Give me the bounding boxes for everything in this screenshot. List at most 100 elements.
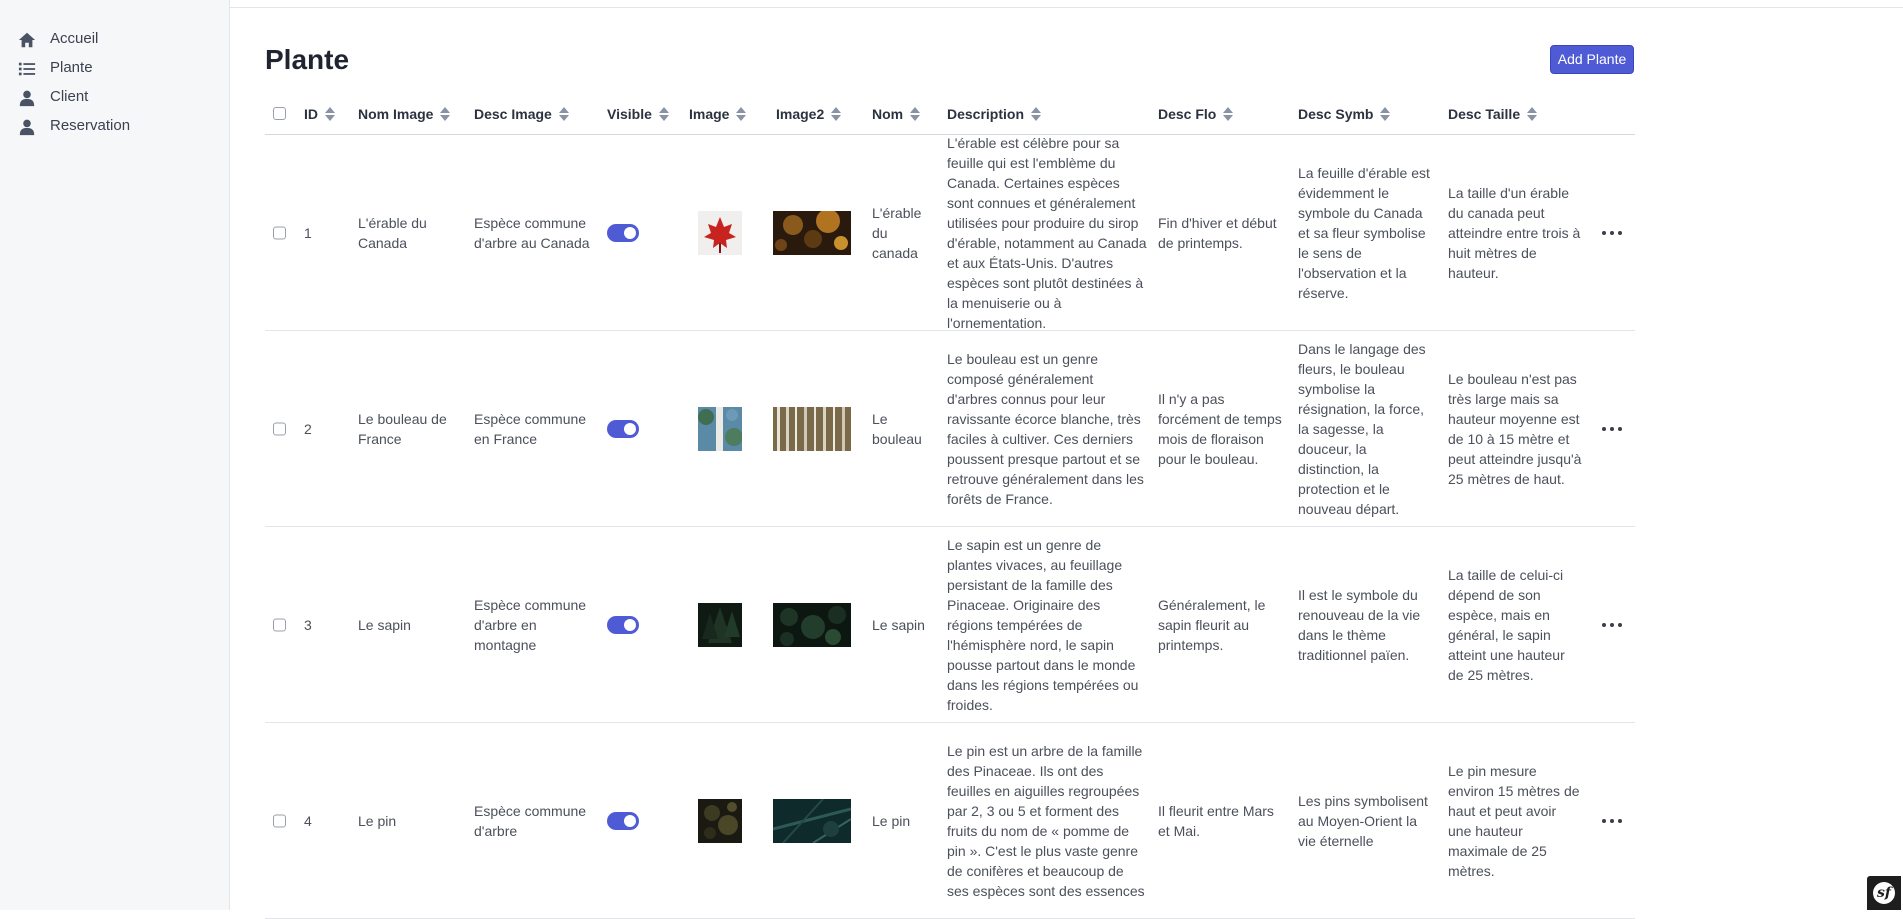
column-header-image[interactable]: Image [689,106,747,122]
toggle-knob [624,226,636,239]
column-header-desc-symb[interactable]: Desc Symb [1298,106,1391,122]
cell-nom-image: Le bouleau de France [358,410,447,447]
cell-nom: Le bouleau [872,410,922,447]
column-header-image2[interactable]: Image2 [776,106,842,122]
plant-image2-thumbnail [773,208,851,255]
row-checkbox[interactable] [273,618,286,631]
cell-desc-symb: Les pins symbolisent au Moyen-Orient la … [1298,792,1428,849]
page-title: Plante [265,44,350,75]
add-plante-button[interactable]: Add Plante [1550,45,1634,74]
cell-description: Le sapin est un genre de plantes vivaces… [947,536,1139,713]
column-header-desc-image[interactable]: Desc Image [474,106,569,122]
select-all-checkbox[interactable] [273,107,286,120]
column-header-desc-taille[interactable]: Desc Taille [1448,106,1538,122]
plant-image-thumbnail [698,406,743,451]
sort-icon [440,107,451,121]
plant-image-thumbnail [698,210,742,255]
home-icon [18,31,36,49]
column-header-label: Image2 [776,106,825,122]
sidebar: Accueil Plante Client Reservation [0,0,230,910]
sidebar-item-client[interactable]: Client [0,84,229,113]
cell-desc-flo: Fin d'hiver et début de printemps. [1158,214,1277,251]
cell-desc-taille: La taille d'un érable du canada peut att… [1448,184,1581,281]
user-icon [18,89,36,107]
column-header-visible[interactable]: Visible [607,106,669,122]
row-actions-icon[interactable] [1600,421,1624,437]
cell-desc-symb: La feuille d'érable est évidemment le sy… [1298,164,1430,301]
column-header-label: Description [947,106,1025,122]
table-row: 3 Le sapin Espèce commune d'arbre en mon… [265,527,1635,723]
row-actions-icon[interactable] [1600,617,1624,633]
sort-icon [1527,107,1538,121]
column-header-nom[interactable]: Nom [872,106,921,122]
cell-desc-taille: La taille de celui-ci dépend de son espè… [1448,566,1565,683]
table-row: 4 Le pin Espèce commune d'arbre Le pin L… [265,723,1635,919]
cell-description: L'érable est célèbre pour sa feuille qui… [947,134,1147,331]
cell-description: Le pin est un arbre de la famille des Pi… [947,742,1145,899]
sidebar-item-label: Reservation [50,117,131,134]
cell-nom-image: Le pin [358,812,397,829]
column-header-label: Desc Taille [1448,106,1521,122]
column-header-label: Nom [872,106,904,122]
cell-desc-flo: Il fleurit entre Mars et Mai. [1158,802,1274,839]
user-icon [18,118,36,136]
plante-table: ID Nom Image Desc Image Visible Image Im… [265,100,1635,919]
row-checkbox[interactable] [273,422,286,435]
column-header-id[interactable]: ID [304,106,335,122]
visible-toggle[interactable] [607,419,639,438]
sort-icon [736,107,747,121]
sidebar-item-label: Accueil [50,30,99,47]
plant-image-thumbnail [698,602,742,647]
visible-toggle[interactable] [607,223,639,242]
row-checkbox[interactable] [273,814,286,827]
row-actions-icon[interactable] [1600,813,1624,829]
cell-desc-image: Espèce commune d'arbre [474,802,587,839]
column-header-desc-flo[interactable]: Desc Flo [1158,106,1234,122]
plant-image2-thumbnail [772,797,852,844]
header-divider [230,7,1903,8]
sidebar-item-reservation[interactable]: Reservation [0,113,229,142]
symfony-logo-icon: sf [1873,882,1895,904]
sort-icon [1223,107,1234,121]
sidebar-item-label: Client [50,88,89,105]
cell-id: 4 [304,812,312,829]
sort-icon [558,107,569,121]
sidebar-item-plante[interactable]: Plante [0,55,229,84]
cell-nom-image: L'érable du Canada [358,214,427,251]
column-header-label: Image [689,106,730,122]
sidebar-nav: Accueil Plante Client Reservation [0,26,229,142]
column-header-description[interactable]: Description [947,106,1042,122]
plant-image2-thumbnail [773,406,851,451]
visible-toggle[interactable] [607,811,639,830]
cell-description: Le bouleau est un genre composé générale… [947,350,1144,507]
cell-desc-image: Espèce commune d'arbre en montagne [474,596,587,653]
cell-desc-image: Espèce commune d'arbre au Canada [474,214,590,251]
sidebar-item-accueil[interactable]: Accueil [0,26,229,55]
symfony-debug-toolbar-toggle[interactable]: sf [1867,876,1901,910]
sort-icon [831,107,842,121]
cell-nom: L'érable du canada [872,204,922,261]
cell-nom-image: Le sapin [358,616,411,633]
table-row: 1 L'érable du Canada Espèce commune d'ar… [265,135,1635,331]
plant-image-thumbnail [698,798,742,843]
cell-id: 2 [304,420,312,437]
visible-toggle[interactable] [607,615,639,634]
cell-desc-symb: Dans le langage des fleurs, le bouleau s… [1298,340,1426,517]
row-checkbox[interactable] [273,226,286,239]
row-actions-icon[interactable] [1600,225,1624,241]
cell-desc-flo: Il n'y a pas forcément de temps mois de … [1158,390,1282,467]
column-header-label: Desc Flo [1158,106,1217,122]
column-header-nom-image[interactable]: Nom Image [358,106,451,122]
column-header-label: Desc Image [474,106,552,122]
cell-desc-taille: Le pin mesure environ 15 mètres de haut … [1448,762,1580,879]
cell-desc-flo: Généralement, le sapin fleurit au printe… [1158,596,1266,653]
cell-nom: Le sapin [872,616,925,633]
cell-desc-taille: Le bouleau n'est pas très large mais sa … [1448,370,1582,487]
table-header: ID Nom Image Desc Image Visible Image Im… [265,100,1635,135]
cell-id: 1 [304,224,312,241]
sort-icon [1380,107,1391,121]
sidebar-item-label: Plante [50,59,93,76]
cell-id: 3 [304,616,312,633]
column-header-label: Nom Image [358,106,434,122]
list-icon [18,60,36,78]
